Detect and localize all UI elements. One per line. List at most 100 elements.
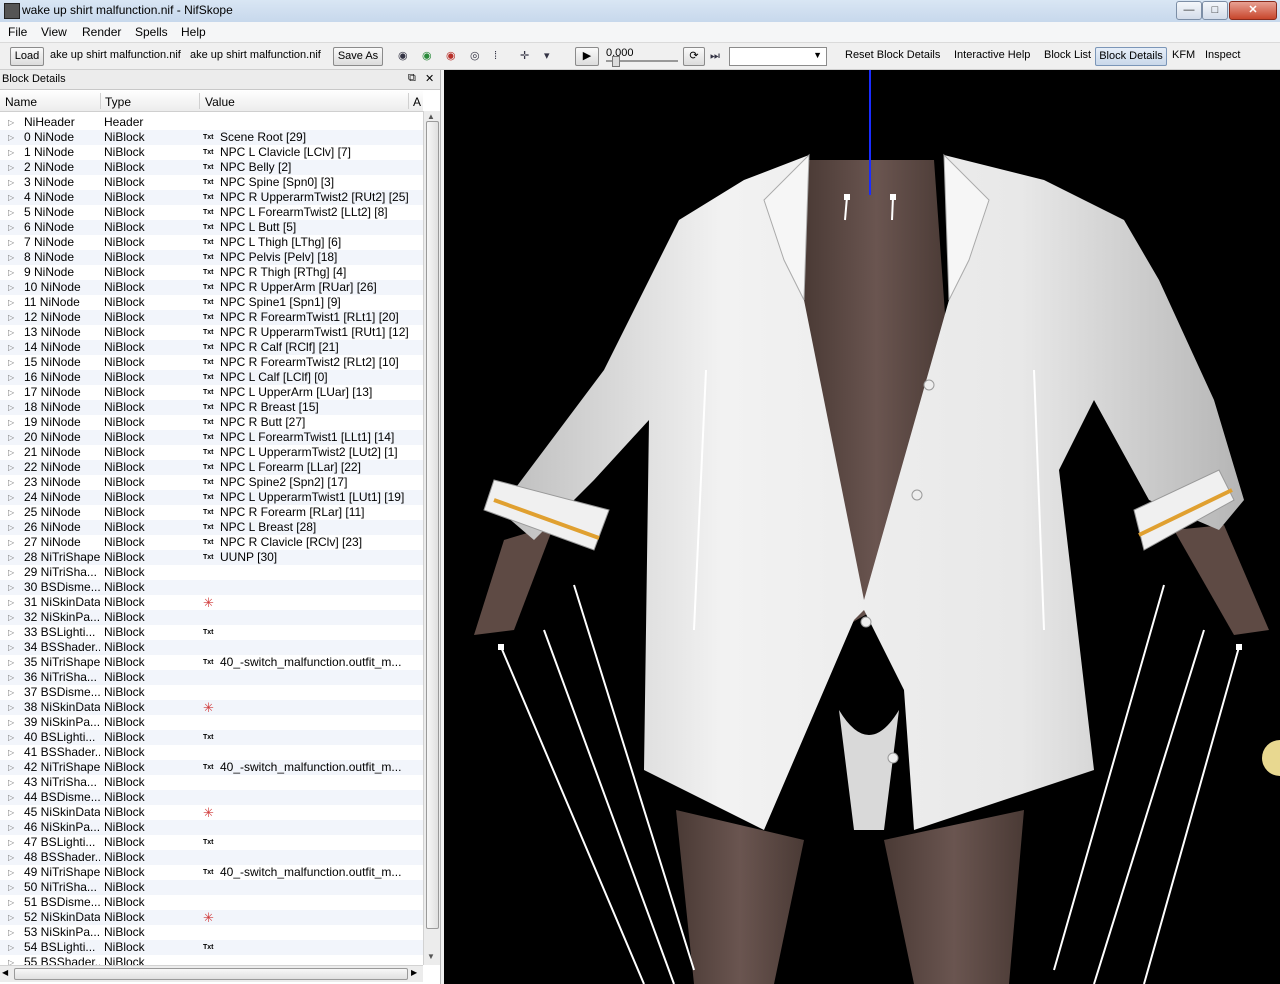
column-divider[interactable] [100,93,101,109]
expand-arrow-icon[interactable]: ▷ [8,595,14,610]
tree-row[interactable]: ▷ 45 NiSkinData NiBlock ✳ [0,805,423,820]
tree-row[interactable]: ▷ 19 NiNode NiBlock Txt NPC R Butt [27] [0,415,423,430]
load-path-field[interactable]: ake up shirt malfunction.nif [50,47,184,64]
expand-arrow-icon[interactable]: ▷ [8,460,14,475]
col-a[interactable]: A [413,95,421,109]
tree-row[interactable]: ▷ 22 NiNode NiBlock Txt NPC L Forearm [LLar]… [0,460,423,475]
vertical-scrollbar[interactable]: ▲ ▼ [423,111,440,965]
tree-row[interactable]: ▷ 31 NiSkinData NiBlock ✳ [0,595,423,610]
tree-row[interactable]: ▷ 0 NiNode NiBlock Txt Scene Root [29] [0,130,423,145]
expand-arrow-icon[interactable]: ▷ [8,655,14,670]
eye-red-icon[interactable]: ◉ [446,50,456,62]
switch-icon[interactable]: ⏭ [710,50,720,62]
expand-arrow-icon[interactable]: ▷ [8,940,14,955]
expand-arrow-icon[interactable]: ▷ [8,385,14,400]
tree-row[interactable]: ▷ 27 NiNode NiBlock Txt NPC R Clavicle [RClv… [0,535,423,550]
expand-arrow-icon[interactable]: ▷ [8,805,14,820]
expand-arrow-icon[interactable]: ▷ [8,745,14,760]
col-type[interactable]: Type [105,95,131,109]
float-panel-icon[interactable]: ⧉ [408,72,416,85]
scroll-left-icon[interactable]: ◀ [2,968,8,977]
tree-row[interactable]: ▷ 10 NiNode NiBlock Txt NPC R UpperArm [RUar… [0,280,423,295]
save-path-field[interactable]: ake up shirt malfunction.nif [190,47,326,64]
tree-row[interactable]: ▷ 54 BSLighti... NiBlock Txt [0,940,423,955]
menu-help[interactable]: Help [181,25,206,39]
tree-row[interactable]: ▷ 15 NiNode NiBlock Txt NPC R ForearmTwist2 … [0,355,423,370]
expand-arrow-icon[interactable]: ▷ [8,175,14,190]
tree-row[interactable]: ▷ 50 NiTriSha... NiBlock [0,880,423,895]
expand-arrow-icon[interactable]: ▷ [8,265,14,280]
expand-arrow-icon[interactable]: ▷ [8,865,14,880]
col-value[interactable]: Value [205,95,235,109]
play-button[interactable]: ▶ [575,47,599,66]
tree-row[interactable]: ▷ 5 NiNode NiBlock Txt NPC L ForearmTwist2 [… [0,205,423,220]
tree-row[interactable]: ▷ 2 NiNode NiBlock Txt NPC Belly [2] [0,160,423,175]
tree-row[interactable]: ▷ 35 NiTriShape NiBlock Txt 40_-switch_malfu… [0,655,423,670]
expand-arrow-icon[interactable]: ▷ [8,565,14,580]
tree-row[interactable]: ▷ 16 NiNode NiBlock Txt NPC L Calf [LClf] [0… [0,370,423,385]
tree-row[interactable]: ▷ 39 NiSkinPa... NiBlock [0,715,423,730]
menu-file[interactable]: File [8,25,27,39]
tree-row[interactable]: ▷ 7 NiNode NiBlock Txt NPC L Thigh [LThg] [6… [0,235,423,250]
tree-row[interactable]: ▷ NiHeader Header [0,115,423,130]
expand-arrow-icon[interactable]: ▷ [8,520,14,535]
eye-blue-icon[interactable]: ◉ [398,50,408,62]
expand-arrow-icon[interactable]: ▷ [8,325,14,340]
tree-row[interactable]: ▷ 48 BSShader... NiBlock [0,850,423,865]
expand-arrow-icon[interactable]: ▷ [8,400,14,415]
expand-arrow-icon[interactable]: ▷ [8,835,14,850]
expand-arrow-icon[interactable]: ▷ [8,430,14,445]
tree-row[interactable]: ▷ 41 BSShader... NiBlock [0,745,423,760]
expand-arrow-icon[interactable]: ▷ [8,370,14,385]
tree-row[interactable]: ▷ 4 NiNode NiBlock Txt NPC R UpperarmTwist2 … [0,190,423,205]
tree-row[interactable]: ▷ 55 BSShader... NiBlock [0,955,423,965]
tree-row[interactable]: ▷ 25 NiNode NiBlock Txt NPC R Forearm [RLar]… [0,505,423,520]
tree-row[interactable]: ▷ 34 BSShader... NiBlock [0,640,423,655]
tree-row[interactable]: ▷ 38 NiSkinData NiBlock ✳ [0,700,423,715]
tree-row[interactable]: ▷ 11 NiNode NiBlock Txt NPC Spine1 [Spn1] [9… [0,295,423,310]
minimize-button[interactable]: — [1176,1,1202,20]
tree-row[interactable]: ▷ 13 NiNode NiBlock Txt NPC R UpperarmTwist1… [0,325,423,340]
time-slider-handle[interactable] [612,56,620,67]
expand-arrow-icon[interactable]: ▷ [8,160,14,175]
tree-row[interactable]: ▷ 33 BSLighti... NiBlock Txt [0,625,423,640]
expand-arrow-icon[interactable]: ▷ [8,190,14,205]
expand-arrow-icon[interactable]: ▷ [8,505,14,520]
expand-arrow-icon[interactable]: ▷ [8,610,14,625]
tree-row[interactable]: ▷ 24 NiNode NiBlock Txt NPC L UpperarmTwist1… [0,490,423,505]
tree-row[interactable]: ▷ 1 NiNode NiBlock Txt NPC L Clavicle [LClv]… [0,145,423,160]
expand-arrow-icon[interactable]: ▷ [8,910,14,925]
block-details-button[interactable]: Block Details [1095,47,1167,66]
expand-arrow-icon[interactable]: ▷ [8,955,14,965]
expand-arrow-icon[interactable]: ▷ [8,715,14,730]
expand-arrow-icon[interactable]: ▷ [8,700,14,715]
tree-row[interactable]: ▷ 37 BSDisme... NiBlock [0,685,423,700]
kfm-button[interactable]: KFM [1172,49,1195,61]
footprint-icon[interactable]: ⁞ [494,50,497,62]
scroll-up-icon[interactable]: ▲ [427,112,435,121]
horizontal-scrollbar[interactable]: ◀ ▶ [0,965,423,982]
expand-arrow-icon[interactable]: ▷ [8,355,14,370]
interactive-help-button[interactable]: Interactive Help [954,49,1030,61]
tree-row[interactable]: ▷ 29 NiTriSha... NiBlock [0,565,423,580]
expand-arrow-icon[interactable]: ▷ [8,145,14,160]
tree-row[interactable]: ▷ 14 NiNode NiBlock Txt NPC R Calf [RClf] [2… [0,340,423,355]
close-panel-icon[interactable]: ✕ [425,72,434,85]
expand-arrow-icon[interactable]: ▷ [8,730,14,745]
tree-row[interactable]: ▷ 51 BSDisme... NiBlock [0,895,423,910]
menu-render[interactable]: Render [82,25,121,39]
col-name[interactable]: Name [5,95,37,109]
tree-row[interactable]: ▷ 46 NiSkinPa... NiBlock [0,820,423,835]
expand-arrow-icon[interactable]: ▷ [8,475,14,490]
expand-arrow-icon[interactable]: ▷ [8,790,14,805]
tree-row[interactable]: ▷ 43 NiTriSha... NiBlock [0,775,423,790]
tree-row[interactable]: ▷ 26 NiNode NiBlock Txt NPC L Breast [28] [0,520,423,535]
expand-arrow-icon[interactable]: ▷ [8,310,14,325]
inspect-button[interactable]: Inspect [1205,49,1240,61]
expand-arrow-icon[interactable]: ▷ [8,820,14,835]
block-list-button[interactable]: Block List [1044,49,1091,61]
expand-arrow-icon[interactable]: ▷ [8,640,14,655]
block-tree[interactable]: ▷ NiHeader Header ▷ 0 NiNode NiBlock Txt Scene … [0,115,423,965]
column-divider[interactable] [199,93,200,109]
render-viewport[interactable] [444,70,1280,984]
